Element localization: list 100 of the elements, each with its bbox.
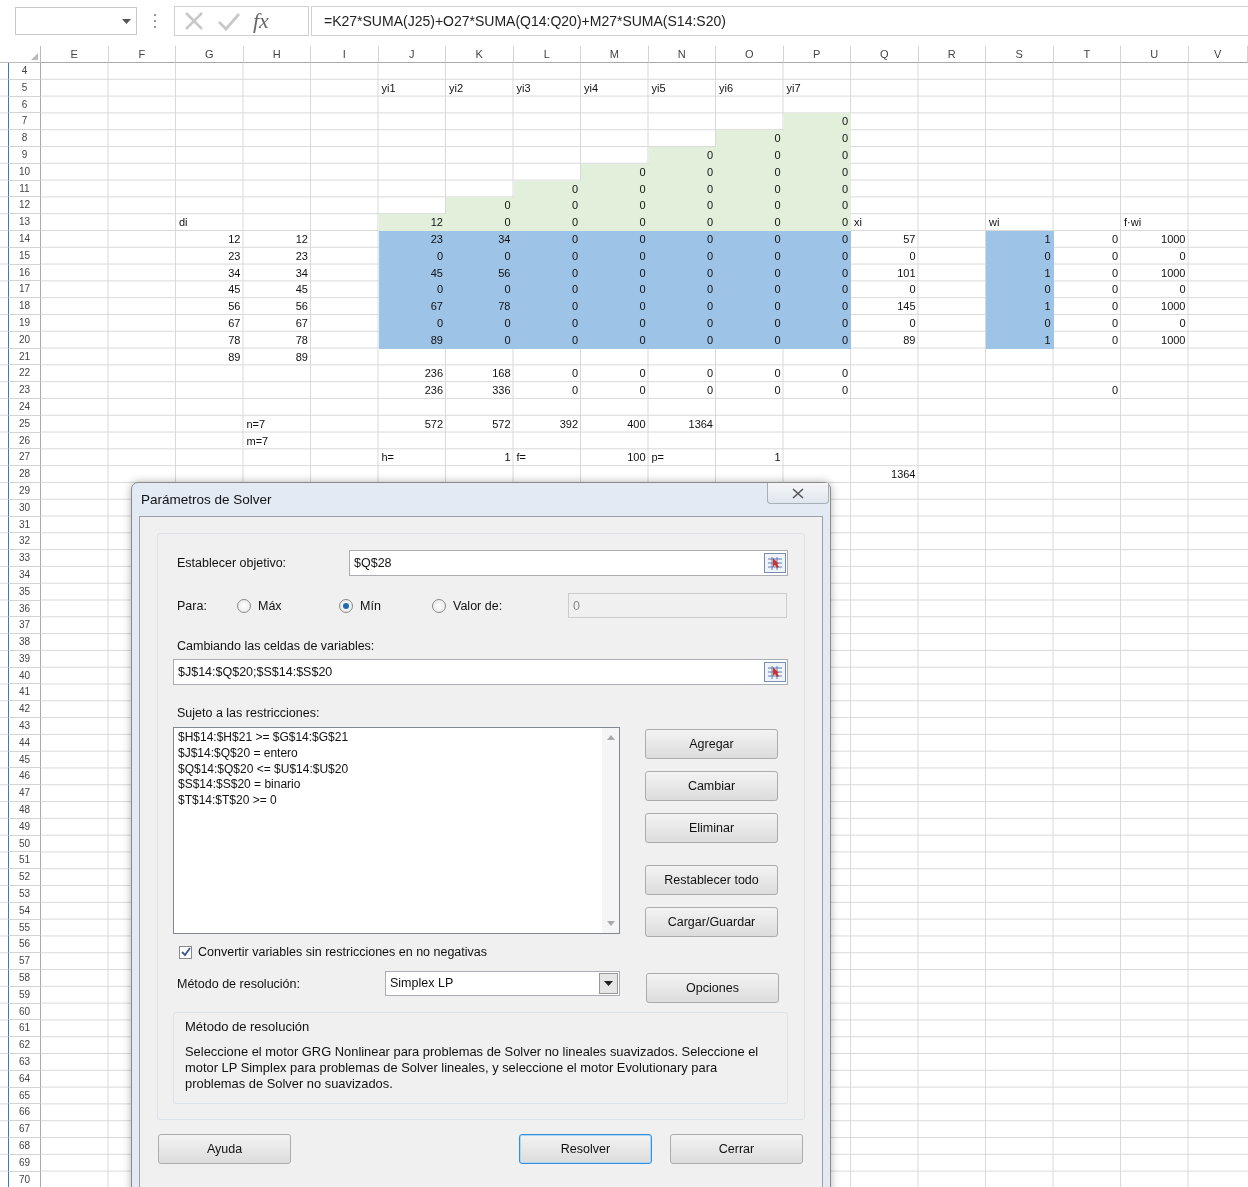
sheet-cell[interactable]: m=7 (243, 432, 311, 450)
row-header[interactable]: 61 (8, 1020, 41, 1038)
sheet-cell[interactable]: 78 (243, 331, 311, 349)
sheet-cell[interactable]: 1000 (1121, 331, 1189, 349)
sheet-cell[interactable]: 236 (378, 382, 446, 399)
row-header[interactable]: 13 (8, 214, 41, 231)
radio-indicator[interactable] (237, 598, 251, 613)
sheet-cell[interactable]: f= (513, 449, 581, 467)
sheet-cell[interactable]: 67 (378, 298, 446, 315)
sheet-cell[interactable]: 89 (176, 348, 244, 366)
cancel-icon[interactable] (183, 10, 205, 32)
column-header[interactable]: J (378, 46, 446, 63)
sheet-cell[interactable]: yi3 (513, 79, 581, 97)
list-item[interactable]: $H$14:$H$21 >= $G$14:$G$21 (178, 730, 598, 746)
row-header[interactable]: 56 (8, 936, 41, 954)
range-picker-icon[interactable] (764, 662, 786, 682)
scroll-up-icon[interactable] (606, 735, 615, 740)
radio-indicator[interactable] (339, 598, 353, 613)
row-header[interactable]: 66 (8, 1104, 41, 1122)
sheet-cell[interactable]: 0 (716, 214, 784, 231)
row-header[interactable]: 32 (8, 533, 41, 551)
dialog-button[interactable]: Ayuda (158, 1134, 291, 1165)
sheet-cell[interactable]: di (176, 214, 244, 231)
sheet-cell[interactable]: 392 (513, 415, 581, 433)
sheet-cell[interactable]: 1 (986, 230, 1054, 248)
sheet-cell[interactable]: 0 (446, 281, 514, 299)
sheet-cell[interactable]: 0 (513, 180, 581, 198)
sheet-cell[interactable]: 0 (581, 197, 649, 215)
sheet-cell[interactable]: p= (648, 449, 716, 467)
sheet-cell[interactable]: yi6 (716, 79, 784, 97)
sheet-cell[interactable]: 0 (1053, 230, 1121, 248)
sheet-cell[interactable]: 1 (716, 449, 784, 467)
sheet-cell[interactable]: 45 (176, 281, 244, 299)
sheet-cell[interactable]: xi (851, 214, 919, 231)
column-header[interactable]: G (176, 46, 244, 63)
sheet-cell[interactable]: 0 (716, 281, 784, 299)
sheet-cell[interactable]: 1000 (1121, 230, 1189, 248)
sheet-cell[interactable]: 0 (1053, 331, 1121, 349)
sheet-cell[interactable]: 0 (783, 298, 851, 315)
sheet-cell[interactable]: 0 (581, 298, 649, 315)
caret-icon[interactable] (599, 973, 618, 994)
row-header[interactable]: 23 (8, 382, 41, 399)
row-header[interactable]: 27 (8, 449, 41, 467)
row-header[interactable]: 33 (8, 550, 41, 567)
sheet-cell[interactable]: 0 (716, 298, 784, 315)
sheet-cell[interactable]: 0 (648, 147, 716, 164)
row-header[interactable]: 28 (8, 466, 41, 483)
sheet-cell[interactable]: 1000 (1121, 298, 1189, 315)
column-header[interactable]: P (783, 46, 851, 63)
sheet-cell[interactable]: 0 (1053, 298, 1121, 315)
sheet-cell[interactable]: 0 (716, 130, 784, 147)
dialog-button[interactable]: Restablecer todo (645, 865, 778, 895)
column-header[interactable]: E (41, 46, 109, 63)
checkbox[interactable]: Convertir variables sin restricciones en no negativas (179, 945, 788, 959)
row-header[interactable]: 68 (8, 1138, 41, 1155)
sheet-cell[interactable]: 168 (446, 365, 514, 383)
sheet-cell[interactable]: 0 (581, 281, 649, 299)
sheet-cell[interactable]: yi4 (581, 79, 649, 97)
method-dropdown[interactable]: Simplex LP (385, 971, 620, 996)
select-all-icon[interactable] (31, 53, 38, 60)
sheet-cell[interactable]: 336 (446, 382, 514, 399)
radio-button[interactable]: Máx (237, 598, 339, 613)
insert-function-button[interactable]: fx (253, 8, 269, 34)
sheet-cell[interactable]: 56 (176, 298, 244, 315)
radio-button[interactable]: Valor de: (432, 598, 568, 613)
row-header[interactable]: 48 (8, 802, 41, 819)
sheet-cell[interactable]: 1000 (1121, 264, 1189, 282)
row-header[interactable]: 43 (8, 718, 41, 735)
sheet-cell[interactable]: 57 (851, 230, 919, 248)
dialog-button[interactable]: Resolver (519, 1134, 652, 1165)
radio-button[interactable]: Mín (339, 598, 432, 613)
column-header[interactable]: L (513, 46, 581, 63)
column-header[interactable]: O (716, 46, 784, 63)
sheet-cell[interactable]: 0 (1053, 247, 1121, 265)
objective-field[interactable]: $Q$28 (349, 550, 788, 576)
sheet-cell[interactable]: 0 (1121, 314, 1189, 332)
row-header[interactable]: 51 (8, 852, 41, 870)
sheet-cell[interactable]: 0 (986, 281, 1054, 299)
sheet-cell[interactable]: n=7 (243, 415, 311, 433)
sheet-cell[interactable]: 572 (378, 415, 446, 433)
sheet-cell[interactable]: 1364 (648, 415, 716, 433)
sheet-cell[interactable]: 0 (783, 365, 851, 383)
sheet-cell[interactable]: 572 (446, 415, 514, 433)
sheet-cell[interactable]: 0 (783, 382, 851, 399)
row-header[interactable]: 57 (8, 953, 41, 971)
sheet-cell[interactable]: 0 (851, 247, 919, 265)
column-header[interactable]: M (581, 46, 649, 63)
sheet-cell[interactable]: 0 (1121, 247, 1189, 265)
list-item[interactable]: $T$14:$T$20 >= 0 (178, 793, 598, 809)
sheet-cell[interactable]: 56 (243, 298, 311, 315)
column-header[interactable]: T (1053, 46, 1121, 63)
row-header[interactable]: 38 (8, 634, 41, 651)
sheet-cell[interactable]: 0 (513, 214, 581, 231)
row-header[interactable]: 62 (8, 1037, 41, 1054)
column-header[interactable]: K (446, 46, 514, 63)
sheet-cell[interactable]: 1 (446, 449, 514, 467)
row-header[interactable]: 18 (8, 298, 41, 315)
sheet-cell[interactable]: 0 (783, 281, 851, 299)
sheet-cell[interactable]: 0 (783, 214, 851, 231)
sheet-cell[interactable]: 0 (648, 214, 716, 231)
